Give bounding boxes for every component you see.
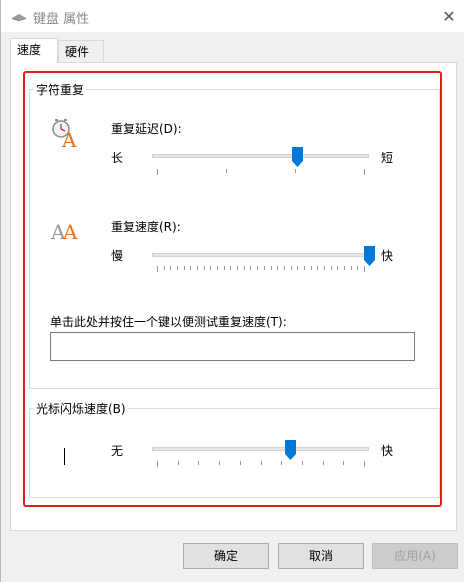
slider-tick [163, 266, 165, 270]
slider-tick [303, 266, 305, 270]
slider-tick [190, 266, 192, 270]
slider-tick [350, 266, 352, 270]
slider-tick [263, 266, 265, 270]
repeat-test-label: 单击此处并按住一个键以便测试重复速度(T): [50, 315, 287, 329]
slider-tick [223, 266, 225, 270]
slider-tick [281, 461, 283, 465]
slider-tick [237, 266, 239, 270]
slider-tick [290, 266, 292, 270]
cursor-blink-ticks [157, 461, 365, 467]
slider-tick [177, 461, 179, 465]
slider-tick [343, 266, 345, 270]
repeat-delay-slider[interactable] [291, 147, 303, 167]
slider-tick [157, 266, 158, 272]
cursor-blink-track [152, 447, 369, 451]
slider-tick [322, 461, 324, 465]
repeat-delay-label: 重复延迟(D): [111, 122, 182, 136]
repeat-delay-min-label: 长 [111, 151, 124, 165]
double-letter-a-icon: A A [51, 220, 78, 242]
slider-tick [297, 266, 299, 270]
slider-tick [157, 169, 158, 175]
slider-tick [343, 461, 345, 465]
slider-tick [183, 266, 185, 270]
slider-tick [157, 461, 158, 467]
slider-tick [295, 169, 296, 173]
slider-tick [203, 266, 205, 270]
repeat-rate-slider[interactable] [363, 246, 375, 266]
repeat-rate-max-label: 快 [381, 249, 394, 263]
cursor-blink-group [29, 408, 440, 498]
slider-tick [310, 266, 312, 270]
tab-speed[interactable]: 速度 [10, 38, 58, 63]
slider-tick [198, 461, 200, 465]
slider-tick [257, 266, 259, 270]
slider-tick [239, 461, 241, 465]
slider-tick [197, 266, 199, 270]
window-title: 键盘 属性 [33, 12, 90, 27]
repeat-rate-label: 重复速度(R): [111, 220, 181, 234]
slider-tick [243, 266, 245, 270]
slider-tick [277, 266, 279, 270]
repeat-rate-ticks [157, 266, 365, 272]
slider-tick [250, 266, 252, 270]
clock-letter-a-icon: A [52, 119, 77, 148]
repeat-test-input[interactable] [50, 332, 415, 361]
svg-text:A: A [61, 128, 77, 148]
cursor-blink-group-title: 光标闪烁速度(B) [34, 400, 128, 417]
repeat-delay-track [152, 154, 369, 158]
slider-tick [364, 461, 365, 467]
repeat-rate-track [152, 253, 369, 257]
cursor-blink-max-label: 快 [381, 444, 394, 458]
slider-tick [364, 169, 365, 175]
ok-button[interactable]: 确定 [183, 543, 269, 569]
keyboard-properties-window: 键盘 属性 ✕ 速度 硬件 字符重复 A 重复延迟(D): 长 短 A A 重复… [0, 0, 464, 582]
cursor-blink-min-label: 无 [111, 444, 124, 458]
slider-tick [270, 266, 272, 270]
cursor-blink-slider[interactable] [285, 440, 297, 460]
keyboard-icon [12, 14, 26, 21]
repeat-rate-min-label: 慢 [111, 249, 124, 263]
slider-tick [330, 266, 332, 270]
slider-tick [230, 266, 232, 270]
slider-tick [226, 169, 227, 173]
cursor-blink-preview [64, 448, 65, 465]
close-button[interactable]: ✕ [433, 0, 464, 32]
title-bar: 键盘 属性 ✕ [1, 0, 464, 32]
slider-tick [283, 266, 285, 270]
close-icon: ✕ [442, 6, 456, 26]
slider-tick [177, 266, 179, 270]
repeat-delay-ticks [157, 169, 365, 175]
repeat-delay-max-label: 短 [381, 151, 394, 165]
slider-tick [317, 266, 319, 270]
slider-tick [219, 461, 221, 465]
slider-tick [217, 266, 219, 270]
slider-tick [170, 266, 172, 270]
slider-tick [260, 461, 262, 465]
slider-tick [357, 266, 359, 270]
cancel-button[interactable]: 取消 [278, 543, 364, 569]
slider-tick [364, 266, 365, 272]
slider-tick [337, 266, 339, 270]
char-repeat-group-title: 字符重复 [34, 81, 87, 98]
tab-hardware[interactable]: 硬件 [58, 40, 104, 62]
slider-tick [323, 266, 325, 270]
apply-button[interactable]: 应用(A) [372, 543, 458, 569]
slider-tick [210, 266, 212, 270]
slider-tick [301, 461, 303, 465]
svg-text:A: A [62, 220, 78, 242]
